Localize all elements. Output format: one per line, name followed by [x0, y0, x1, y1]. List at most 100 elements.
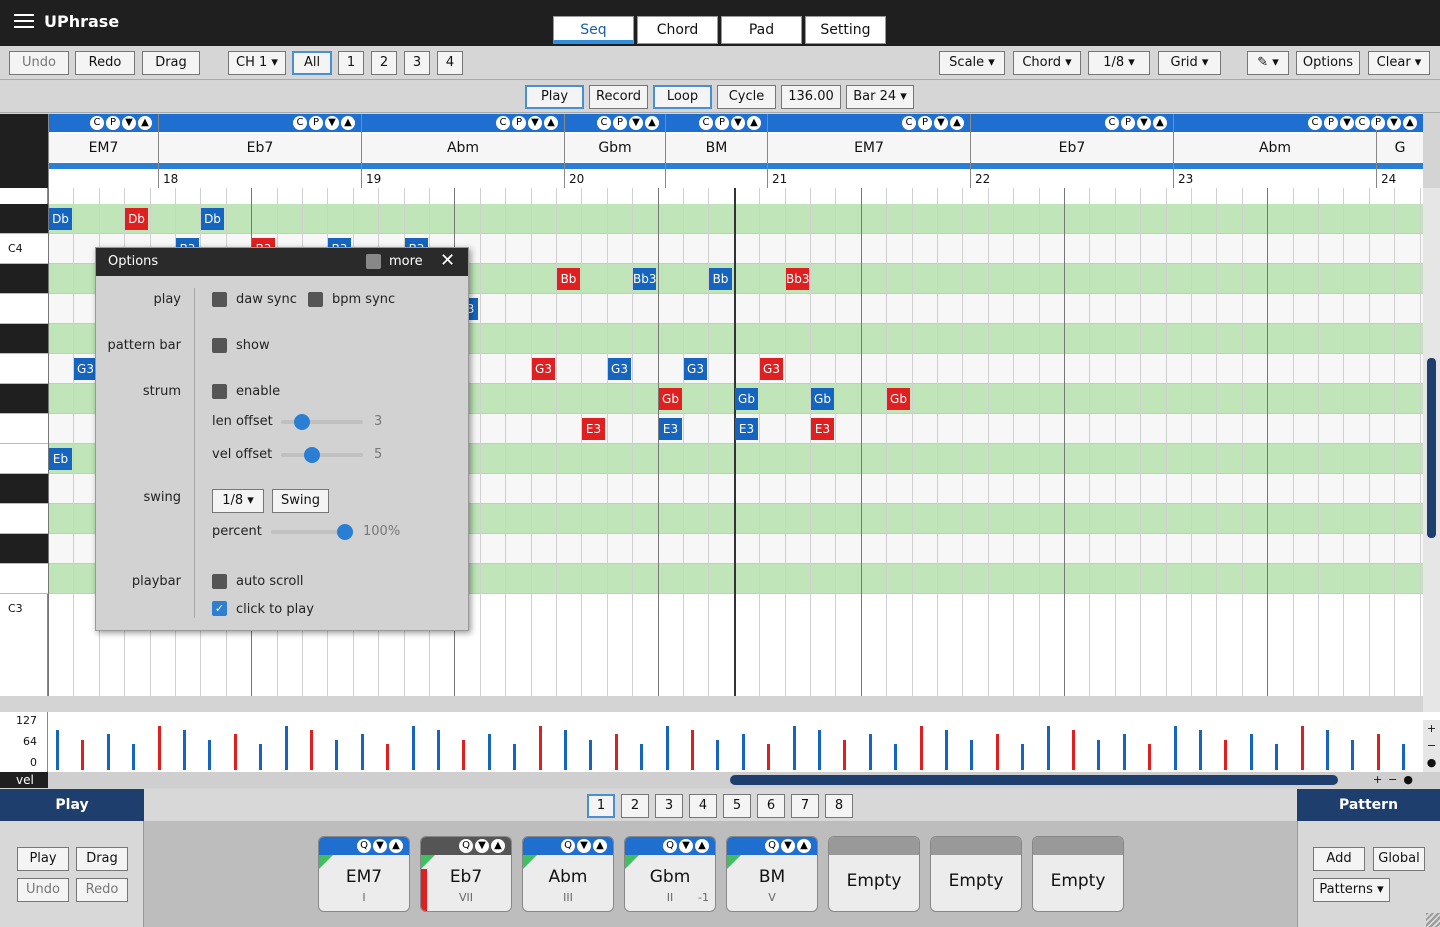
swing-percent-knob[interactable]	[337, 524, 353, 540]
chord-pad[interactable]: Q ▼ ▲ Abm III	[522, 836, 614, 912]
show-checkbox[interactable]	[212, 338, 227, 353]
velocity-bar[interactable]	[716, 740, 719, 770]
white-key[interactable]	[0, 504, 48, 534]
chord-pad[interactable]: Empty	[828, 836, 920, 912]
velocity-bar[interactable]	[564, 730, 567, 770]
vertical-scroll-thumb[interactable]	[1427, 358, 1436, 538]
velocity-bar[interactable]	[1047, 726, 1050, 770]
pattern-drag-button[interactable]: Drag	[76, 847, 128, 871]
page-button-3[interactable]: 3	[655, 794, 683, 818]
velocity-bar[interactable]	[589, 740, 592, 770]
chord-pad[interactable]: Empty	[930, 836, 1022, 912]
velocity-bar[interactable]	[996, 734, 999, 770]
add-pattern-button[interactable]: Add	[1313, 847, 1365, 871]
velocity-bar[interactable]	[1275, 744, 1278, 770]
chord-segment[interactable]: CP▼▲ Abm 23	[1173, 114, 1376, 188]
velocity-bar[interactable]	[488, 734, 491, 770]
note[interactable]: E3	[659, 418, 682, 440]
channel-4-button[interactable]: 4	[437, 51, 463, 75]
black-key[interactable]	[0, 324, 48, 354]
chord-segment[interactable]: C P ▼ ▲ G 24	[1355, 114, 1423, 188]
velocity-bar[interactable]	[386, 744, 389, 770]
velocity-bar[interactable]	[513, 744, 516, 770]
down-arrow-icon[interactable]: ▼	[1340, 116, 1354, 130]
velocity-bar[interactable]	[818, 730, 821, 770]
horizontal-zoom-controls[interactable]: +−●	[1371, 772, 1421, 788]
chord-segment[interactable]: C P ▼ ▲ EM7	[48, 114, 158, 188]
close-icon[interactable]: ✕	[440, 251, 455, 271]
record-button[interactable]: Record	[589, 85, 648, 109]
copy-icon[interactable]: C	[293, 116, 307, 130]
black-key[interactable]	[0, 474, 48, 504]
copy-icon[interactable]: C	[699, 116, 713, 130]
play-button[interactable]: Play	[525, 85, 584, 109]
velocity-bar[interactable]	[539, 726, 542, 770]
chord-pad[interactable]: Q ▼ ▲ Eb7 VII	[420, 836, 512, 912]
swing-percent-slider[interactable]	[271, 524, 353, 540]
vel-offset-slider[interactable]	[281, 447, 363, 463]
note[interactable]: G3	[608, 358, 631, 380]
paste-icon[interactable]: P	[1121, 116, 1135, 130]
copy-icon[interactable]: C	[90, 116, 104, 130]
pattern-undo-button[interactable]: Undo	[17, 878, 69, 902]
daw-sync-checkbox[interactable]	[212, 292, 227, 307]
dot-icon[interactable]: ●	[1423, 754, 1440, 771]
down-arrow-icon[interactable]: ▼	[1137, 116, 1151, 130]
note[interactable]: Gb	[811, 388, 834, 410]
tab-chord[interactable]: Chord	[637, 16, 718, 44]
velocity-bar[interactable]	[310, 730, 313, 770]
velocity-bar[interactable]	[412, 726, 415, 770]
swing-division-dropdown[interactable]: 1/8 ▾	[212, 489, 264, 513]
quantize-icon[interactable]: Q	[765, 839, 779, 853]
up-arrow-icon[interactable]: ▲	[1153, 116, 1167, 130]
chord-pad[interactable]: Empty	[1032, 836, 1124, 912]
chord-segment[interactable]: C P ▼ ▲ EM7 21	[767, 114, 970, 188]
down-arrow-icon[interactable]: ▼	[325, 116, 339, 130]
velocity-bar[interactable]	[793, 726, 796, 770]
velocity-bar[interactable]	[945, 730, 948, 770]
velocity-bar[interactable]	[970, 740, 973, 770]
paste-icon[interactable]: P	[1324, 116, 1338, 130]
click-to-play-checkbox[interactable]: ✓	[212, 601, 227, 616]
note[interactable]: Eb	[49, 448, 72, 470]
note[interactable]: Bb3	[786, 268, 809, 290]
global-button[interactable]: Global	[1373, 847, 1425, 871]
note[interactable]: E3	[582, 418, 605, 440]
down-arrow-icon[interactable]: ▼	[122, 116, 136, 130]
swing-button[interactable]: Swing	[272, 489, 329, 513]
copy-icon[interactable]: C	[1355, 116, 1369, 130]
velocity-bar[interactable]	[894, 744, 897, 770]
up-arrow-icon[interactable]: ▲	[950, 116, 964, 130]
quantize-icon[interactable]: Q	[561, 839, 575, 853]
velocity-bar[interactable]	[56, 730, 59, 770]
white-key[interactable]	[0, 354, 48, 384]
page-button-6[interactable]: 6	[757, 794, 785, 818]
note[interactable]: G3	[74, 358, 97, 380]
pattern-play-button[interactable]: Play	[17, 847, 69, 871]
note[interactable]: Db	[125, 208, 148, 230]
note[interactable]: G3	[532, 358, 555, 380]
copy-icon[interactable]: C	[496, 116, 510, 130]
paste-icon[interactable]: P	[512, 116, 526, 130]
tempo-field[interactable]: 136.00	[781, 85, 841, 109]
len-offset-slider[interactable]	[281, 414, 363, 430]
horizontal-scroll-thumb[interactable]	[730, 775, 1338, 785]
strum-enable-checkbox[interactable]	[212, 384, 227, 399]
up-arrow-icon[interactable]: ▲	[138, 116, 152, 130]
chord-segment[interactable]: C P ▼ ▲ Abm 19	[361, 114, 564, 188]
page-button-7[interactable]: 7	[791, 794, 819, 818]
down-arrow-icon[interactable]: ▼	[577, 839, 591, 853]
velocity-bar[interactable]	[132, 744, 135, 770]
velocity-bar[interactable]	[1351, 740, 1354, 770]
patterns-dropdown[interactable]: Patterns ▾	[1313, 878, 1390, 902]
channel-3-button[interactable]: 3	[404, 51, 430, 75]
chord-segment[interactable]: C P ▼ ▲ Gbm 20	[564, 114, 665, 188]
velocity-bar[interactable]	[183, 730, 186, 770]
channel-dropdown[interactable]: CH 1 ▾	[228, 51, 286, 75]
velocity-bar[interactable]	[1174, 726, 1177, 770]
channel-1-button[interactable]: 1	[338, 51, 364, 75]
page-button-5[interactable]: 5	[723, 794, 751, 818]
page-button-2[interactable]: 2	[621, 794, 649, 818]
velocity-bar[interactable]	[462, 740, 465, 770]
velocity-bar[interactable]	[1199, 730, 1202, 770]
